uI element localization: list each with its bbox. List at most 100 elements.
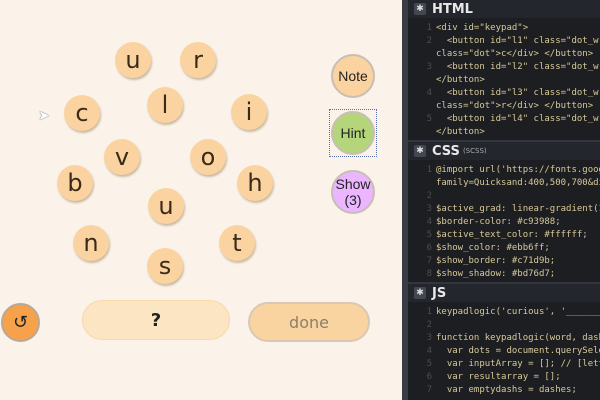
js-code[interactable]: 1 keypadlogic('curious', '_______') 2 3 func… [408, 302, 600, 397]
html-pane-title: HTML [432, 1, 473, 17]
gear-icon[interactable]: ✱ [414, 3, 426, 15]
code-line: </button> [408, 126, 600, 139]
code-line: 6 var resultarray = []; [408, 371, 600, 384]
line-number: 2 [426, 320, 432, 330]
js-pane-title: JS [432, 285, 447, 301]
code-line: </button> [408, 74, 600, 87]
show-count: (3) [344, 192, 362, 208]
code-line: 4 $border-color: #c93988; [408, 216, 600, 229]
code-text: @import url('https://fonts.google [436, 165, 600, 175]
code-line: 4 var dots = document.querySelect [408, 345, 600, 358]
show-label: Show [335, 176, 371, 192]
code-text: <div id="keypad"> [436, 23, 529, 33]
code-line: family=Quicksand:400,500,700&disp [408, 177, 600, 190]
hint-button[interactable]: Hint [331, 111, 375, 155]
code-text: $show_color: #ebb6ff; [436, 243, 550, 253]
answer-field: ? [82, 300, 230, 340]
code-text: </button> [436, 127, 485, 137]
line-number: 3 [426, 204, 432, 214]
line-number: 1 [426, 23, 432, 33]
line-number: 1 [426, 165, 432, 175]
code-text: var resultarray = []; [436, 372, 561, 382]
css-code[interactable]: 1 @import url('https://fonts.google family… [408, 160, 600, 281]
css-pane: ✱ CSS (SCSS) 1 @import url('https://fonts.g… [408, 140, 600, 282]
code-text: function keypadlogic(word, dashes [436, 333, 600, 343]
show-button[interactable]: Show (3) [331, 170, 375, 214]
reset-icon: ↺ [12, 312, 29, 333]
code-text: var emptydashs = dashes; [436, 385, 577, 395]
letter-key[interactable]: c [64, 95, 100, 131]
code-line: 4 <button id="l3" class="dot_wrapp [408, 87, 600, 100]
done-button[interactable]: done [248, 302, 370, 342]
note-button[interactable]: Note [331, 54, 375, 98]
css-pane-subtitle: (SCSS) [462, 147, 487, 155]
letter-key[interactable]: u [115, 42, 151, 78]
code-line: 3 function keypadlogic(word, dashes [408, 332, 600, 345]
code-text: </button> [436, 75, 485, 85]
code-line: class="dot">c</div> </button> [408, 48, 600, 61]
letter-key[interactable]: u [148, 188, 184, 224]
line-number: 3 [426, 333, 432, 343]
code-text: family=Quicksand:400,500,700&disp [436, 178, 600, 188]
letter-key[interactable]: o [190, 139, 226, 175]
code-text: $show_shadow: #bd76d7; [436, 269, 556, 279]
code-text: keypadlogic('curious', '_______') [436, 307, 600, 317]
code-text: $show_border: #c71d9b; [436, 256, 556, 266]
letter-key[interactable]: s [147, 248, 183, 284]
code-editor: ✱ HTML 1 <div id="keypad"> 2 <button id="l1… [408, 0, 600, 400]
code-line: 5 <button id="l4" class="dot_wrapp [408, 113, 600, 126]
code-text: $border-color: #c93988; [436, 217, 561, 227]
html-pane: ✱ HTML 1 <div id="keypad"> 2 <button id="l1… [408, 0, 600, 140]
gear-icon[interactable]: ✱ [414, 145, 426, 157]
code-line: 2 <button id="l1" class="dot_wrapp [408, 35, 600, 48]
line-number: 1 [426, 307, 432, 317]
code-line: 2 [408, 319, 600, 332]
code-line: 5 var inputArray = []; // [letter [408, 358, 600, 371]
code-text: var inputArray = []; // [letter [436, 359, 600, 369]
code-line: 2 [408, 190, 600, 203]
code-line: 1 <div id="keypad"> [408, 22, 600, 35]
line-number: 8 [426, 269, 432, 279]
mouse-cursor-icon: ➤ [38, 108, 50, 124]
line-number: 5 [426, 114, 432, 124]
game-area: urlcivobhunts Note Hint Show (3) ↺ ? don… [0, 0, 402, 400]
line-number: 3 [426, 62, 432, 72]
js-pane: ✱ JS 1 keypadlogic('curious', '_______') 2 3… [408, 282, 600, 400]
code-line: 6 $show_color: #ebb6ff; [408, 242, 600, 255]
code-line: 7 $show_border: #c71d9b; [408, 255, 600, 268]
code-line: 1 @import url('https://fonts.google [408, 164, 600, 177]
code-text: class="dot">r</div> </button> [436, 101, 594, 111]
line-number: 7 [426, 256, 432, 266]
line-number: 5 [426, 359, 432, 369]
line-number: 6 [426, 372, 432, 382]
code-text: <button id="l4" class="dot_wrapp [446, 114, 600, 124]
code-text: $active_grad: linear-gradient(134 [436, 204, 600, 214]
code-line: 5 $active_text_color: #ffffff; [408, 229, 600, 242]
code-line: 3 $active_grad: linear-gradient(134 [408, 203, 600, 216]
code-text: var dots = document.querySelect [436, 346, 600, 356]
line-number: 7 [426, 385, 432, 395]
letter-key[interactable]: h [237, 165, 273, 201]
css-pane-title: CSS [432, 143, 460, 159]
code-line: 8 $show_shadow: #bd76d7; [408, 268, 600, 281]
letter-key[interactable]: t [219, 225, 255, 261]
line-number: 4 [426, 217, 432, 227]
code-text: <button id="l3" class="dot_wrapp [446, 88, 600, 98]
letter-key[interactable]: n [73, 225, 109, 261]
code-text: class="dot">c</div> </button> [436, 49, 594, 59]
letter-key[interactable]: i [231, 94, 267, 130]
code-line: class="dot">r</div> </button> [408, 100, 600, 113]
letter-key[interactable]: r [180, 42, 216, 78]
gear-icon[interactable]: ✱ [414, 287, 426, 299]
code-text: <button id="l1" class="dot_wrapp [446, 36, 600, 46]
line-number: 5 [426, 230, 432, 240]
code-line: 7 var emptydashs = dashes; [408, 384, 600, 397]
letter-key[interactable]: v [104, 139, 140, 175]
html-code[interactable]: 1 <div id="keypad"> 2 <button id="l1" clas… [408, 18, 600, 139]
line-number: 6 [426, 243, 432, 253]
code-line: 1 keypadlogic('curious', '_______') [408, 306, 600, 319]
reset-button[interactable]: ↺ [1, 303, 40, 342]
letter-key[interactable]: b [57, 165, 93, 201]
line-number: 2 [426, 191, 432, 201]
letter-key[interactable]: l [147, 87, 183, 123]
